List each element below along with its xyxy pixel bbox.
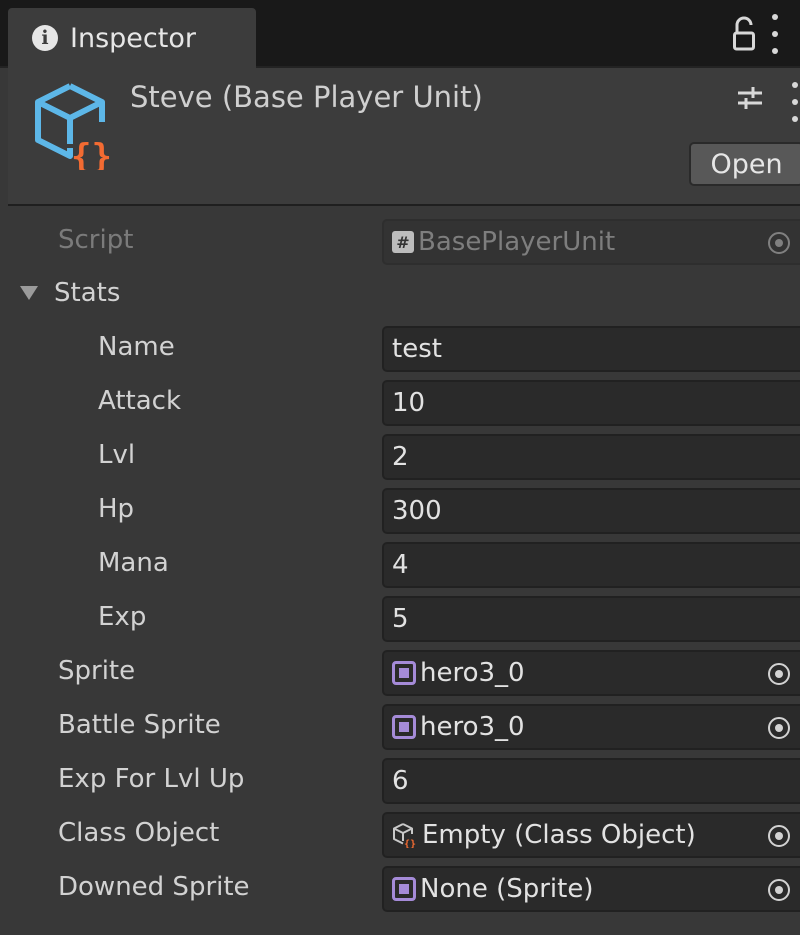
- info-icon: i: [32, 25, 58, 51]
- attack-input[interactable]: 10: [382, 380, 800, 426]
- mana-label: Mana: [98, 548, 169, 578]
- battle-sprite-value: hero3_0: [420, 712, 525, 742]
- csharp-script-icon: #: [392, 231, 414, 253]
- battle-sprite-object-field[interactable]: hero3_0: [382, 704, 800, 750]
- script-label: Script: [58, 225, 134, 255]
- property-mana: Mana 4: [8, 536, 800, 590]
- downed-sprite-object-field[interactable]: None (Sprite): [382, 866, 800, 912]
- hp-label: Hp: [98, 494, 135, 524]
- exp-for-lvl-up-input[interactable]: 6: [382, 758, 800, 804]
- exp-for-lvl-up-label: Exp For Lvl Up: [58, 764, 245, 794]
- object-title: Steve (Base Player Unit): [130, 80, 483, 114]
- sprite-icon: [392, 661, 416, 685]
- script-field: # BasePlayerUnit: [382, 219, 800, 265]
- class-object-value: Empty (Class Object): [422, 820, 696, 850]
- exp-input[interactable]: 5: [382, 596, 800, 642]
- svg-text:{}: {}: [404, 839, 416, 848]
- hp-input[interactable]: 300: [382, 488, 800, 534]
- properties-panel: Script # BasePlayerUnit Stats Name test …: [8, 206, 800, 935]
- stats-foldout[interactable]: Stats: [8, 266, 800, 320]
- open-button[interactable]: Open: [689, 142, 800, 186]
- attack-label: Attack: [98, 386, 182, 416]
- property-name: Name test: [8, 320, 800, 374]
- sprite-icon: [392, 715, 416, 739]
- svg-text:{}: {}: [71, 137, 112, 170]
- object-picker-icon[interactable]: [768, 717, 790, 739]
- component-menu-kebab-icon[interactable]: [790, 82, 800, 122]
- property-hp: Hp 300: [8, 482, 800, 536]
- presets-settings-icon[interactable]: [736, 84, 764, 112]
- lvl-label: Lvl: [98, 440, 136, 470]
- inspector-tab-bar: i Inspector: [0, 0, 800, 68]
- tab-inspector-label: Inspector: [70, 22, 196, 54]
- exp-label: Exp: [98, 602, 147, 632]
- battle-sprite-label: Battle Sprite: [58, 710, 221, 740]
- property-battle-sprite: Battle Sprite hero3_0: [8, 698, 800, 752]
- lvl-input[interactable]: 2: [382, 434, 800, 480]
- mana-input[interactable]: 4: [382, 542, 800, 588]
- stats-label: Stats: [54, 278, 121, 308]
- script-value: BasePlayerUnit: [418, 227, 616, 257]
- sprite-object-field[interactable]: hero3_0: [382, 650, 800, 696]
- sprite-value: hero3_0: [420, 658, 525, 688]
- property-exp-for-lvl-up: Exp For Lvl Up 6: [8, 752, 800, 806]
- class-object-label: Class Object: [58, 818, 220, 848]
- downed-sprite-value: None (Sprite): [420, 874, 594, 904]
- foldout-arrow-icon[interactable]: [20, 286, 38, 300]
- downed-sprite-label: Downed Sprite: [58, 872, 250, 902]
- scriptable-object-icon: {}: [393, 823, 416, 848]
- scriptable-object-icon: {}: [35, 83, 112, 170]
- object-picker-icon: [768, 232, 790, 254]
- tab-inspector[interactable]: i Inspector: [8, 8, 256, 68]
- name-label: Name: [98, 332, 175, 362]
- property-exp: Exp 5: [8, 590, 800, 644]
- inspector-header: {} Steve (Base Player Unit) Open: [8, 68, 800, 206]
- class-object-field[interactable]: {} Empty (Class Object): [382, 812, 800, 858]
- tab-menu-kebab-icon[interactable]: [770, 14, 780, 54]
- property-lvl: Lvl 2: [8, 428, 800, 482]
- object-picker-icon[interactable]: [768, 825, 790, 847]
- property-downed-sprite: Downed Sprite None (Sprite): [8, 860, 800, 914]
- property-script: Script # BasePlayerUnit: [8, 213, 800, 267]
- property-class-object: Class Object {} Empty (Class Object): [8, 806, 800, 860]
- sprite-icon: [392, 877, 416, 901]
- property-attack: Attack 10: [8, 374, 800, 428]
- sprite-label: Sprite: [58, 656, 136, 686]
- lock-icon[interactable]: [732, 16, 756, 52]
- property-sprite: Sprite hero3_0: [8, 644, 800, 698]
- name-input[interactable]: test: [382, 326, 800, 372]
- object-picker-icon[interactable]: [768, 879, 790, 901]
- object-picker-icon[interactable]: [768, 663, 790, 685]
